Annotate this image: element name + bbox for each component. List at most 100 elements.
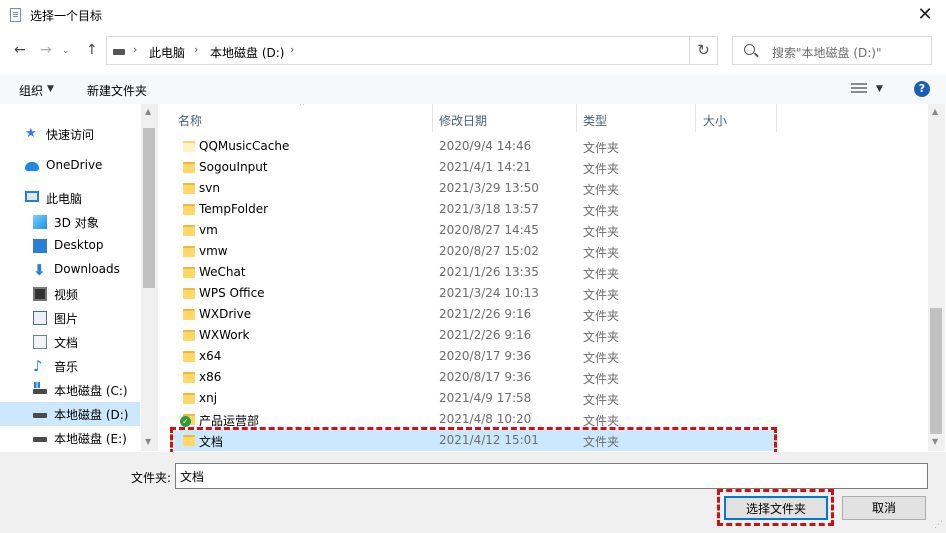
list-item[interactable]: x86 2020/8/17 9:36 文件夹 (174, 367, 928, 388)
file-type: 文件夹 (583, 141, 620, 155)
scroll-down-arrow-icon[interactable]: ▼ (932, 437, 938, 446)
list-item[interactable]: SogouInput 2021/4/1 14:21 文件夹 (174, 157, 928, 178)
search-placeholder: 搜索"本地磁盘 (D:)" (772, 46, 882, 60)
sidebar-item-label: 此电脑 (46, 192, 83, 206)
command-bar: 组织 ▼ 新建文件夹 (0, 74, 946, 104)
file-type: 文件夹 (583, 246, 620, 260)
organize-button[interactable]: 组织 (19, 82, 43, 99)
sidebar-item-label: 视频 (54, 288, 79, 302)
scroll-up-arrow-icon[interactable]: ▲ (932, 107, 938, 116)
forward-arrow-icon[interactable]: → (40, 42, 52, 58)
cancel-button[interactable]: 取消 (842, 496, 926, 520)
file-type: 文件夹 (583, 204, 620, 218)
column-divider[interactable] (776, 104, 777, 132)
sidebar-item-quick-access[interactable]: ★ 快速访问 (0, 122, 140, 146)
3d-objects-icon (33, 215, 47, 229)
file-name: x86 (199, 370, 222, 384)
sidebar-item-label: 本地磁盘 (E:) (54, 432, 127, 446)
list-item[interactable]: TempFolder 2021/3/18 13:57 文件夹 (174, 199, 928, 220)
sidebar-item-label: 本地磁盘 (C:) (54, 384, 128, 398)
navigation-scrollbar[interactable]: ▲ ▼ (141, 104, 158, 451)
sidebar-item-documents[interactable]: 文档 (0, 330, 140, 354)
select-folder-button[interactable]: 选择文件夹 (724, 496, 828, 520)
file-modified: 2020/9/4 14:46 (439, 139, 532, 153)
file-type: 文件夹 (583, 351, 620, 365)
address-bar[interactable]: › 此电脑 › 本地磁盘 (D:) › (106, 36, 718, 65)
file-type: 文件夹 (583, 183, 620, 197)
sidebar-item-label: Desktop (54, 238, 104, 252)
help-icon[interactable]: ? (914, 81, 930, 97)
column-header-label: 类型 (583, 114, 608, 128)
file-type: 文件夹 (583, 372, 620, 386)
breadcrumb-drive-d[interactable]: 本地磁盘 (D:) (210, 44, 284, 61)
folder-icon (183, 162, 195, 173)
chevron-down-icon[interactable]: ▼ (47, 84, 54, 94)
sidebar-item-onedrive[interactable]: OneDrive (0, 154, 140, 178)
file-name: WeChat (199, 265, 246, 279)
new-folder-button[interactable]: 新建文件夹 (87, 82, 147, 99)
breadcrumb-separator[interactable]: › (133, 43, 137, 56)
sidebar-item-pictures[interactable]: 图片 (0, 306, 140, 330)
list-item[interactable]: WeChat 2021/1/26 13:35 文件夹 (174, 262, 928, 283)
list-item[interactable]: WXDrive 2021/2/26 9:16 文件夹 (174, 304, 928, 325)
resize-grip-icon[interactable]: ⋰ (934, 520, 943, 530)
search-icon (744, 44, 755, 55)
list-item[interactable]: svn 2021/3/29 13:50 文件夹 (174, 178, 928, 199)
file-modified: 2021/3/18 13:57 (439, 202, 539, 216)
breadcrumb-separator[interactable]: › (194, 43, 198, 56)
search-input[interactable]: 搜索"本地磁盘 (D:)" (732, 36, 932, 65)
breadcrumb-this-pc[interactable]: 此电脑 (149, 44, 185, 61)
sidebar-item-label: 音乐 (54, 360, 79, 374)
up-arrow-icon[interactable]: ↑ (86, 42, 98, 58)
music-icon: ♪ (33, 357, 43, 375)
sidebar-item-drive-d[interactable]: 本地磁盘 (D:) (0, 402, 140, 426)
sidebar-item-3d-objects[interactable]: 3D 对象 (0, 210, 140, 234)
scrollbar-thumb[interactable] (930, 308, 942, 434)
back-arrow-icon[interactable]: ← (14, 42, 26, 58)
column-header-name[interactable]: 名称 ⌃ (158, 104, 432, 132)
sidebar-item-drive-c[interactable]: 本地磁盘 (C:) (0, 378, 140, 402)
scroll-up-arrow-icon[interactable]: ▲ (145, 107, 151, 116)
sidebar-item-desktop[interactable]: Desktop (0, 234, 140, 258)
sidebar-item-downloads[interactable]: ⬇ Downloads (0, 258, 140, 282)
folder-field-label: 文件夹: (131, 471, 172, 485)
file-list: 名称 ⌃ 修改日期 类型 大小 QQMusicCache 2020/9/4 14… (158, 104, 928, 451)
column-header-type[interactable]: 类型 (577, 104, 695, 132)
folder-icon (183, 393, 195, 404)
sidebar-item-label: Downloads (54, 262, 120, 276)
list-item[interactable]: xnj 2021/4/9 17:58 文件夹 (174, 388, 928, 409)
navigation-pane: ★ 快速访问 OneDrive 此电脑 3D 对象 Desktop ⬇ Down… (0, 104, 158, 451)
file-name: WXWork (199, 328, 250, 342)
folder-icon (183, 372, 195, 383)
column-header-modified[interactable]: 修改日期 (433, 104, 576, 132)
sidebar-item-drive-e[interactable]: 本地磁盘 (E:) (0, 426, 140, 450)
list-item[interactable]: QQMusicCache 2020/9/4 14:46 文件夹 (174, 136, 928, 157)
list-item[interactable]: WPS Office 2021/3/24 10:13 文件夹 (174, 283, 928, 304)
sidebar-item-music[interactable]: ♪ 音乐 (0, 354, 140, 378)
scrollbar-thumb[interactable] (143, 128, 155, 288)
file-list-scrollbar[interactable]: ▲ ▼ (928, 104, 945, 451)
downloads-icon: ⬇ (33, 261, 46, 279)
chevron-down-icon[interactable]: ▼ (876, 84, 883, 94)
close-button[interactable]: ✕ (914, 4, 936, 26)
sidebar-item-this-pc[interactable]: 此电脑 (0, 186, 140, 210)
file-modified: 2020/8/17 9:36 (439, 370, 532, 384)
list-item[interactable]: vm 2020/8/27 14:45 文件夹 (174, 220, 928, 241)
file-type: 文件夹 (583, 330, 620, 344)
list-item[interactable]: vmw 2020/8/27 15:02 文件夹 (174, 241, 928, 262)
scroll-down-arrow-icon[interactable]: ▼ (145, 437, 151, 446)
folder-field[interactable]: 文档 (175, 463, 928, 489)
view-options-icon[interactable] (851, 83, 867, 95)
file-modified: 2021/3/24 10:13 (439, 286, 539, 300)
column-header-size[interactable]: 大小 (696, 104, 776, 132)
file-name: WXDrive (199, 307, 252, 321)
list-item[interactable]: WXWork 2021/2/26 9:16 文件夹 (174, 325, 928, 346)
window-title: 选择一个目标 (30, 9, 103, 23)
refresh-button[interactable]: ↻ (689, 37, 717, 64)
sidebar-item-label: 文档 (54, 336, 79, 350)
list-item[interactable]: x64 2020/8/17 9:36 文件夹 (174, 346, 928, 367)
sidebar-item-videos[interactable]: 视频 (0, 282, 140, 306)
breadcrumb-separator[interactable]: › (290, 43, 294, 56)
recent-locations-chevron-icon[interactable]: ⌄ (62, 46, 70, 56)
file-name: TempFolder (199, 202, 269, 216)
